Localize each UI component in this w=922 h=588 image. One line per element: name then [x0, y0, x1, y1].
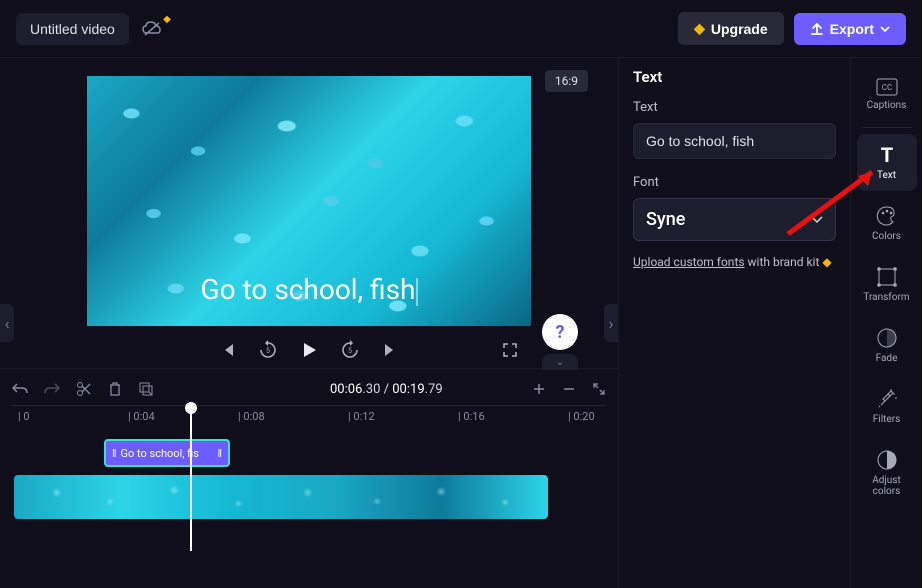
ruler-mark: | 0:20: [568, 410, 595, 423]
preview-container: Go to school, fish: [0, 58, 618, 326]
svg-text:T: T: [880, 144, 892, 166]
timecode-display: 00:06.30 / 00:19.79: [330, 382, 443, 397]
cloud-sync-icon: ◆: [141, 20, 163, 38]
upload-icon: [810, 22, 824, 36]
split-button[interactable]: [76, 381, 92, 397]
upload-fonts-hint: Upload custom fonts with brand kit ◆: [633, 255, 836, 269]
gem-icon: ◆: [822, 255, 831, 269]
font-select-value: Syne: [646, 209, 685, 230]
diamond-badge-icon: ◆: [163, 14, 171, 25]
video-clip[interactable]: [14, 475, 548, 519]
playhead[interactable]: [190, 406, 192, 551]
zoom-in-button[interactable]: [532, 382, 546, 396]
chevron-down-icon: [880, 26, 890, 32]
captions-icon: CC: [876, 78, 898, 96]
clip-handle-icon: ‖: [217, 447, 222, 460]
zoom-out-button[interactable]: [562, 382, 576, 396]
video-title-button[interactable]: Untitled video: [16, 13, 129, 45]
topbar-right: ◆ Upgrade Export: [678, 12, 906, 45]
overlay-text[interactable]: Go to school, fish: [201, 273, 418, 306]
forward-5-button[interactable]: 5: [340, 340, 360, 360]
topbar-left: Untitled video ◆: [16, 13, 163, 45]
upload-fonts-link[interactable]: Upload custom fonts: [633, 255, 745, 269]
main-area: 16:9 ‹ › Go to school, fish 5 5 ? ⌄: [0, 58, 922, 588]
filters-icon: [876, 388, 898, 410]
fullscreen-button[interactable]: [502, 342, 518, 358]
clip-handle-icon: ‖: [112, 447, 117, 460]
properties-panel: Text Text Font Syne Upload custom fonts …: [618, 58, 850, 588]
timeline-tracks: ‖ Go to school, fis ‖: [12, 433, 606, 439]
tool-rail: CC Captions T Text Colors Transform Fade…: [850, 58, 922, 588]
text-cursor: [416, 278, 417, 306]
rail-text[interactable]: T Text: [857, 134, 917, 191]
font-select[interactable]: Syne: [633, 198, 836, 241]
upgrade-label: Upgrade: [711, 21, 768, 37]
ruler-mark: | 0:04: [128, 410, 155, 423]
preview-zone: 16:9 ‹ › Go to school, fish 5 5 ? ⌄: [0, 58, 618, 588]
chevron-down-icon: [811, 216, 823, 224]
help-button[interactable]: ?: [542, 314, 578, 350]
gem-icon: ◆: [694, 20, 705, 37]
duplicate-button[interactable]: [138, 381, 154, 397]
text-clip-label: Go to school, fis: [121, 447, 199, 460]
rail-colors[interactable]: Colors: [857, 195, 917, 252]
zoom-fit-button[interactable]: [592, 382, 606, 396]
ruler-mark: | 0: [18, 410, 30, 423]
upgrade-button[interactable]: ◆ Upgrade: [678, 12, 784, 45]
ruler-mark: | 0:12: [348, 410, 375, 423]
svg-text:5: 5: [348, 347, 352, 355]
skip-end-button[interactable]: [382, 342, 398, 358]
fade-icon: [876, 327, 898, 349]
topbar: Untitled video ◆ ◆ Upgrade Export: [0, 0, 922, 58]
timeline-toolbar: 00:06.30 / 00:19.79: [12, 377, 606, 405]
rail-captions[interactable]: CC Captions: [857, 68, 917, 121]
rewind-5-button[interactable]: 5: [258, 340, 278, 360]
transform-icon: [876, 266, 898, 288]
timeline-ruler[interactable]: | 0 | 0:04 | 0:08 | 0:12 | 0:16 | 0:20: [12, 405, 606, 433]
text-field-label: Text: [633, 100, 836, 115]
font-field-label: Font: [633, 175, 836, 190]
play-button[interactable]: [300, 341, 318, 359]
rail-fade[interactable]: Fade: [857, 317, 917, 374]
delete-button[interactable]: [108, 381, 122, 397]
timeline-zoom-controls: [532, 382, 606, 396]
playback-controls: 5 5 ? ⌄: [0, 326, 618, 368]
undo-button[interactable]: [12, 382, 28, 396]
rail-transform[interactable]: Transform: [857, 256, 917, 313]
rail-adjust-colors[interactable]: Adjust colors: [857, 439, 917, 507]
redo-button[interactable]: [44, 382, 60, 396]
rail-divider: [862, 127, 912, 128]
ruler-mark: | 0:08: [238, 410, 265, 423]
timeline-section: 00:06.30 / 00:19.79 | 0 | 0:04 | 0:08 | …: [0, 368, 618, 439]
export-label: Export: [830, 21, 874, 37]
collapse-timeline-toggle[interactable]: ⌄: [542, 354, 578, 370]
rail-filters[interactable]: Filters: [857, 378, 917, 435]
panel-title: Text: [633, 68, 836, 86]
adjust-icon: [876, 449, 898, 471]
svg-text:5: 5: [266, 347, 270, 355]
ruler-mark: | 0:16: [458, 410, 485, 423]
text-icon: T: [876, 144, 898, 166]
skip-start-button[interactable]: [220, 342, 236, 358]
text-clip[interactable]: ‖ Go to school, fis ‖: [104, 439, 230, 467]
text-content-input[interactable]: [633, 123, 836, 159]
svg-text:CC: CC: [881, 83, 891, 92]
palette-icon: [876, 205, 898, 227]
video-clip-thumbnail: [14, 475, 548, 519]
export-button[interactable]: Export: [794, 13, 906, 45]
preview-video[interactable]: Go to school, fish: [87, 76, 531, 326]
